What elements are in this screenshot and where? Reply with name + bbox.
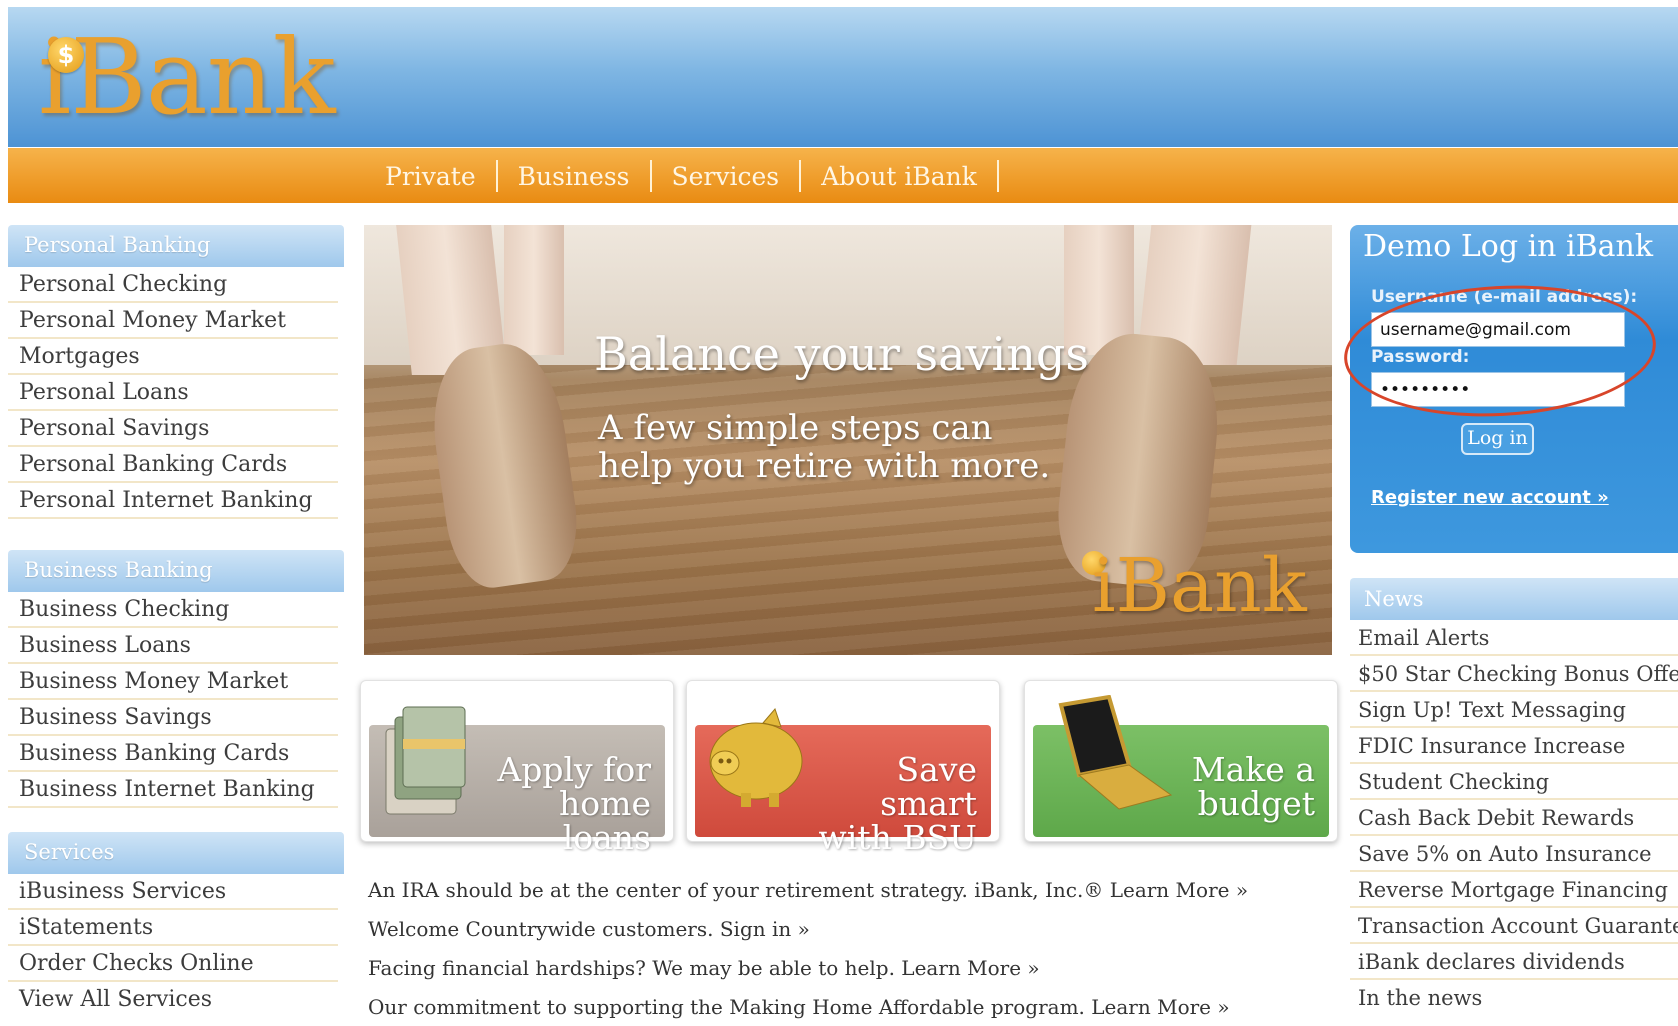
sidebar-services: Services iBusiness Services iStatements …	[8, 832, 344, 1018]
sidebar-heading[interactable]: Business Banking	[8, 550, 344, 592]
news-item[interactable]: FDIC Insurance Increase	[1350, 728, 1678, 764]
sidebar-item-istatements[interactable]: iStatements	[8, 910, 338, 946]
laptop-icon	[1058, 695, 1173, 810]
login-button[interactable]: Log in	[1461, 423, 1534, 455]
news-item[interactable]: Student Checking	[1350, 764, 1678, 800]
learn-more-link[interactable]: Learn More »	[901, 956, 1039, 980]
main-nav: Private Business Services About iBank	[8, 148, 1678, 203]
news-item[interactable]: Cash Back Debit Rewards	[1350, 800, 1678, 836]
sidebar-heading[interactable]: Services	[8, 832, 344, 874]
sidebar-business-banking: Business Banking Business Checking Busin…	[8, 550, 344, 808]
sidebar-item-order-checks[interactable]: Order Checks Online	[8, 946, 338, 982]
promo-make-budget[interactable]: Make a budget	[1024, 680, 1338, 842]
sidebar-item-view-all-services[interactable]: View All Services	[8, 982, 338, 1018]
login-title: Demo Log in iBank	[1363, 229, 1654, 264]
announcement-ira: An IRA should be at the center of your r…	[368, 878, 1248, 917]
hero-logo: iBank	[1092, 543, 1307, 629]
sidebar-heading[interactable]: Personal Banking	[8, 225, 344, 267]
logo-text: iBank	[38, 16, 336, 138]
hero-banner[interactable]: Balance your savings A few simple steps …	[364, 225, 1332, 655]
announcement-text: An IRA should be at the center of your r…	[368, 878, 1104, 902]
sidebar-item-business-internet-banking[interactable]: Business Internet Banking	[8, 772, 338, 808]
sidebar-item-personal-internet-banking[interactable]: Personal Internet Banking	[8, 483, 338, 519]
ibank-logo[interactable]: $ iBank	[38, 16, 336, 138]
sidebar-item-business-savings[interactable]: Business Savings	[8, 700, 338, 736]
hero-title: Balance your savings	[594, 327, 1089, 381]
announcement-home-affordable: Our commitment to supporting the Making …	[368, 995, 1248, 1026]
sidebar-item-personal-money-market[interactable]: Personal Money Market	[8, 303, 338, 339]
promo-label: Save smart with BSU	[818, 750, 977, 857]
promo-home-loans[interactable]: Apply for home loans	[360, 680, 674, 855]
promo-label: Apply for home loans	[497, 750, 651, 857]
news-item[interactable]: Save 5% on Auto Insurance	[1350, 836, 1678, 872]
news-panel: News Email Alerts $50 Star Checking Bonu…	[1350, 578, 1678, 1016]
sidebar-item-business-loans[interactable]: Business Loans	[8, 628, 338, 664]
register-link[interactable]: Register new account »	[1371, 487, 1609, 508]
promo-label: Make a budget	[1191, 750, 1315, 823]
piggy-bank-icon	[709, 708, 803, 807]
announcement-countrywide: Welcome Countrywide customers. Sign in »	[368, 917, 1248, 956]
ballet-leg-image	[504, 225, 564, 355]
news-item[interactable]: Reverse Mortgage Financing	[1350, 872, 1678, 908]
announcement-hardships: Facing financial hardships? We may be ab…	[368, 956, 1248, 995]
sidebar-item-personal-loans[interactable]: Personal Loans	[8, 375, 338, 411]
news-item[interactable]: In the news	[1350, 980, 1678, 1016]
learn-more-link[interactable]: Learn More »	[1110, 878, 1248, 902]
promo-save-smart[interactable]: Save smart with BSU	[686, 680, 1000, 855]
sidebar-item-personal-banking-cards[interactable]: Personal Banking Cards	[8, 447, 338, 483]
nav-services[interactable]: Services	[652, 162, 800, 191]
news-item[interactable]: iBank declares dividends	[1350, 944, 1678, 980]
news-item[interactable]: Transaction Account Guarantee	[1350, 908, 1678, 944]
announcement-text: Welcome Countrywide customers.	[368, 917, 714, 941]
sidebar-item-business-checking[interactable]: Business Checking	[8, 592, 338, 628]
news-item[interactable]: Email Alerts	[1350, 620, 1678, 656]
news-heading: News	[1350, 578, 1678, 620]
hero-subtitle: A few simple steps can help you retire w…	[598, 408, 1051, 486]
nav-divider	[996, 160, 999, 192]
money-stack-icon	[385, 706, 466, 815]
nav-private[interactable]: Private	[365, 162, 496, 191]
announcement-text: Facing financial hardships? We may be ab…	[368, 956, 895, 980]
sidebar-item-business-banking-cards[interactable]: Business Banking Cards	[8, 736, 338, 772]
site-header: $ iBank	[8, 7, 1678, 147]
announcement-links: An IRA should be at the center of your r…	[368, 878, 1248, 1026]
sidebar-personal-banking: Personal Banking Personal Checking Perso…	[8, 225, 344, 519]
sidebar-item-personal-savings[interactable]: Personal Savings	[8, 411, 338, 447]
sidebar-item-ibusiness-services[interactable]: iBusiness Services	[8, 874, 338, 910]
news-item[interactable]: Sign Up! Text Messaging	[1350, 692, 1678, 728]
learn-more-link[interactable]: Learn More »	[1091, 995, 1229, 1019]
sidebar-item-business-money-market[interactable]: Business Money Market	[8, 664, 338, 700]
coin-icon: $	[48, 37, 84, 73]
sign-in-link[interactable]: Sign in »	[720, 917, 810, 941]
sidebar-item-mortgages[interactable]: Mortgages	[8, 339, 338, 375]
nav-business[interactable]: Business	[498, 162, 650, 191]
news-item[interactable]: $50 Star Checking Bonus Offer	[1350, 656, 1678, 692]
announcement-text: Our commitment to supporting the Making …	[368, 995, 1085, 1019]
nav-about[interactable]: About iBank	[801, 162, 997, 191]
sidebar-item-personal-checking[interactable]: Personal Checking	[8, 267, 338, 303]
